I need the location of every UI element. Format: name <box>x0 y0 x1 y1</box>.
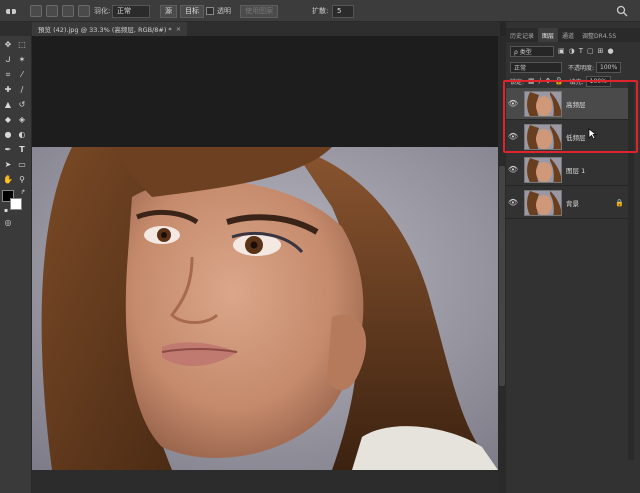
zoom-tool-icon[interactable]: ⚲ <box>17 175 27 185</box>
transparent-label: 透明 <box>217 7 231 15</box>
annotation-highlight-box <box>503 80 638 153</box>
move-tool-icon[interactable]: ✥ <box>3 40 13 50</box>
use-pattern-button[interactable]: 使用图案 <box>240 4 278 18</box>
lasso-tool-icon[interactable]: ᒍ <box>3 55 13 65</box>
options-bar: 羽化: 正常 源 目标 透明 使用图案 扩散: 5 <box>0 0 640 22</box>
quick-mask-icon[interactable]: ◎ <box>3 218 13 228</box>
filter-smart-icon[interactable]: ⊞ <box>598 47 604 55</box>
swap-colors-icon[interactable]: ↱ <box>18 188 28 198</box>
eraser-tool-icon[interactable]: ◆ <box>3 115 13 125</box>
default-colors-icon[interactable]: ▪ <box>1 206 11 216</box>
filter-shape-icon[interactable]: ▢ <box>587 47 594 55</box>
opacity-input[interactable]: 100% <box>596 61 622 73</box>
status-bar <box>32 470 498 493</box>
eyedropper-icon[interactable]: ⁄ <box>17 70 27 80</box>
diffusion-input[interactable]: 5 <box>332 4 354 18</box>
transparent-checkbox[interactable] <box>206 7 214 15</box>
selection-subtract-button[interactable] <box>62 5 74 17</box>
marquee-tool-icon[interactable]: ⬚ <box>17 40 27 50</box>
path-select-icon[interactable]: ➤ <box>3 160 13 170</box>
filter-pixel-icon[interactable]: ▣ <box>558 47 565 55</box>
layer-row[interactable]: 👁 背景 🔒 <box>506 187 628 219</box>
portrait-photo[interactable] <box>32 147 498 470</box>
source-button[interactable]: 源 <box>160 4 177 18</box>
layer-thumbnail <box>524 189 562 216</box>
layer-filter-select[interactable]: ρ 类型 <box>510 45 554 57</box>
brush-tool-icon[interactable]: ∕ <box>17 85 27 95</box>
layer-name: 背景 <box>566 199 579 208</box>
dodge-tool-icon[interactable]: ◐ <box>17 130 27 140</box>
blend-mode-select[interactable]: 正常 <box>112 4 150 18</box>
mouse-cursor-icon <box>588 128 598 142</box>
filter-adjust-icon[interactable]: ◑ <box>569 47 575 55</box>
canvas-area[interactable] <box>32 36 498 470</box>
tab-channels[interactable]: 通道 <box>558 28 578 42</box>
selection-intersect-button[interactable] <box>78 5 90 17</box>
layer-blend-mode-select[interactable]: 正常 <box>510 61 562 73</box>
panel-tabs: 历史记录 图层 通道 调整DR4.5S <box>506 28 640 42</box>
hand-tool-icon[interactable]: ✋ <box>3 175 13 185</box>
close-icon[interactable]: × <box>176 25 181 33</box>
tools-panel: ✥ ⬚ ᒍ ✶ ⌗ ⁄ ✚ ∕ ▲ ↺ ◆ ◈ ● ◐ ✒ T ➤ ▭ ✋ ⚲ … <box>0 36 32 493</box>
healing-tool-icon[interactable]: ✚ <box>3 85 13 95</box>
tab-history[interactable]: 历史记录 <box>506 28 538 42</box>
bucket-tool-icon[interactable]: ◈ <box>17 115 27 125</box>
magic-wand-icon[interactable]: ✶ <box>17 55 27 65</box>
filter-type-icon[interactable]: T <box>579 47 583 55</box>
blur-tool-icon[interactable]: ● <box>3 130 13 140</box>
pen-tool-icon[interactable]: ✒ <box>3 145 13 155</box>
document-tab-title: 預览 (42).jpg @ 33.3% (高频层, RGB/8#) * <box>38 26 172 34</box>
target-button[interactable]: 目标 <box>180 4 204 18</box>
layer-thumbnail <box>524 156 562 183</box>
layer-name: 图层 1 <box>566 166 586 175</box>
layer-row[interactable]: 👁 图层 1 <box>506 154 628 186</box>
document-tab-bar: 預览 (42).jpg @ 33.3% (高频层, RGB/8#) * × <box>0 22 500 36</box>
feather-label: 羽化: <box>94 7 111 15</box>
selection-new-button[interactable] <box>30 5 42 17</box>
filter-toggle-icon[interactable]: ● <box>608 47 614 55</box>
eye-icon[interactable]: 👁 <box>506 198 520 207</box>
crop-tool-icon[interactable]: ⌗ <box>3 70 13 80</box>
document-tab[interactable]: 預览 (42).jpg @ 33.3% (高频层, RGB/8#) * × <box>32 22 188 36</box>
shape-tool-icon[interactable]: ▭ <box>17 160 27 170</box>
tab-layers[interactable]: 图层 <box>538 28 559 42</box>
background-color-swatch[interactable] <box>10 198 22 210</box>
stamp-tool-icon[interactable]: ▲ <box>3 100 13 110</box>
tab-adjust[interactable]: 调整DR4.5S <box>578 28 620 42</box>
text-tool-icon[interactable]: T <box>17 145 27 155</box>
opacity-label: 不透明度: <box>568 64 595 72</box>
healing-brush-icon[interactable] <box>4 4 18 18</box>
lock-icon: 🔒 <box>615 198 624 207</box>
history-brush-icon[interactable]: ↺ <box>17 100 27 110</box>
search-icon[interactable] <box>616 4 628 18</box>
diffusion-label: 扩散: <box>312 7 329 15</box>
selection-add-button[interactable] <box>46 5 58 17</box>
eye-icon[interactable]: 👁 <box>506 165 520 174</box>
